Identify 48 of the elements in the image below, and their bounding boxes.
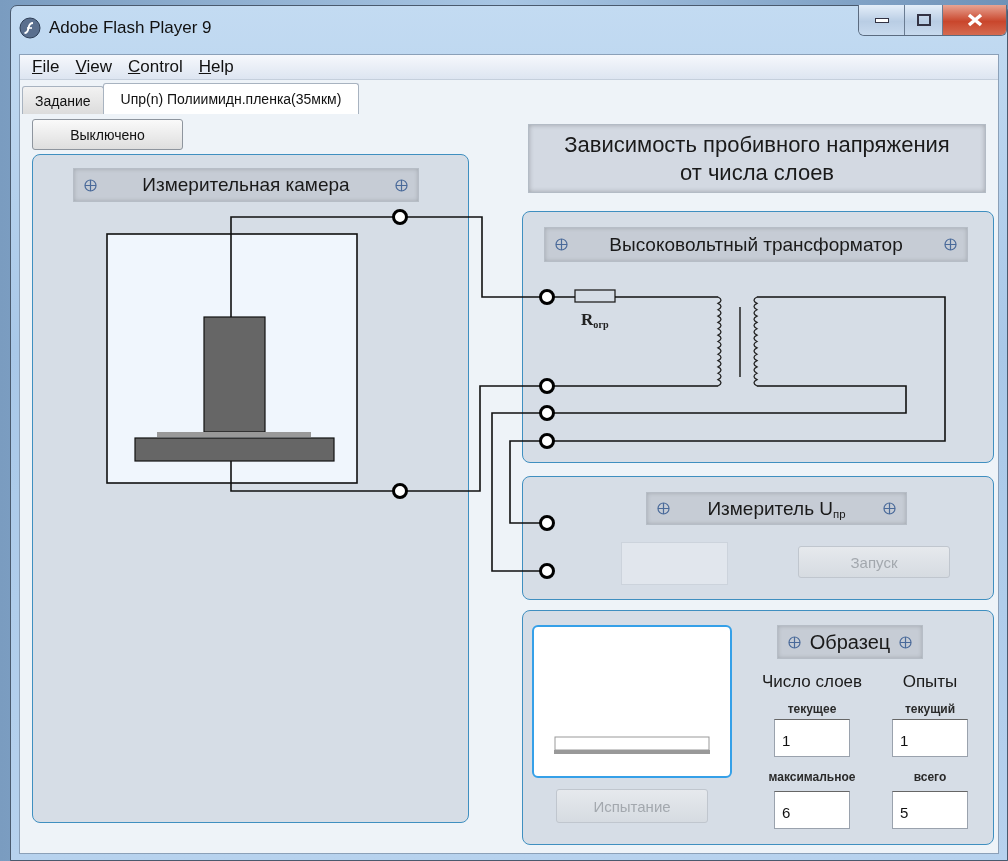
terminal	[392, 483, 408, 499]
terminal	[539, 433, 555, 449]
resistor-label: R$_{огр}$	[581, 310, 609, 330]
maximize-button[interactable]	[904, 5, 942, 35]
terminal	[539, 378, 555, 394]
field-label: текущий	[904, 701, 956, 718]
circle-plus-icon	[555, 238, 568, 251]
column-heading: Опыты	[902, 671, 958, 693]
maximize-icon	[916, 14, 931, 26]
title-line: Зависимость пробивного напряжения	[564, 130, 950, 159]
circle-plus-icon	[788, 635, 801, 649]
flash-logo-icon	[19, 17, 41, 39]
field-label: всего	[913, 769, 947, 786]
section-title: Измерительная камера	[142, 174, 350, 196]
close-button[interactable]	[942, 5, 1006, 35]
power-button[interactable]: Выключено	[32, 119, 183, 150]
column-heading: Число слоев	[761, 671, 863, 693]
terminal	[539, 563, 555, 579]
terminal	[539, 289, 555, 305]
section-title: Измеритель U$_{пр}$	[707, 497, 846, 520]
minimize-button[interactable]	[859, 5, 904, 35]
circle-plus-icon	[883, 502, 896, 515]
terminal	[539, 515, 555, 531]
terminal	[539, 405, 555, 421]
field-label: текущее	[787, 701, 837, 718]
menu-item[interactable]: Help	[190, 57, 242, 77]
tab[interactable]: Uпр(n) Полиимидн.пленка(35мкм)	[102, 83, 360, 114]
menu-item[interactable]: View	[67, 57, 120, 77]
menu-item[interactable]: Control	[119, 57, 191, 77]
circle-plus-icon	[657, 502, 670, 515]
circle-plus-icon	[395, 178, 408, 192]
title-line: от числа слоев	[679, 158, 835, 187]
input-field[interactable]: 1	[892, 719, 968, 757]
minimize-icon	[874, 17, 889, 23]
circle-plus-icon	[899, 635, 912, 649]
input-field[interactable]: 5	[892, 791, 968, 829]
tab[interactable]: Задание	[22, 86, 104, 114]
section-title: Образец	[809, 630, 891, 654]
input-field[interactable]: 1	[774, 719, 850, 757]
terminal	[392, 209, 408, 225]
close-icon	[966, 13, 983, 27]
menu-item[interactable]: File	[24, 57, 68, 77]
circle-plus-icon	[944, 238, 957, 251]
field-label: максимальное	[768, 769, 856, 786]
circle-plus-icon	[84, 178, 97, 192]
window-title: Adobe Flash Player 9	[49, 17, 212, 39]
input-field[interactable]: 6	[774, 791, 850, 829]
section-title: Высоковольтный трансформатор	[609, 233, 903, 256]
